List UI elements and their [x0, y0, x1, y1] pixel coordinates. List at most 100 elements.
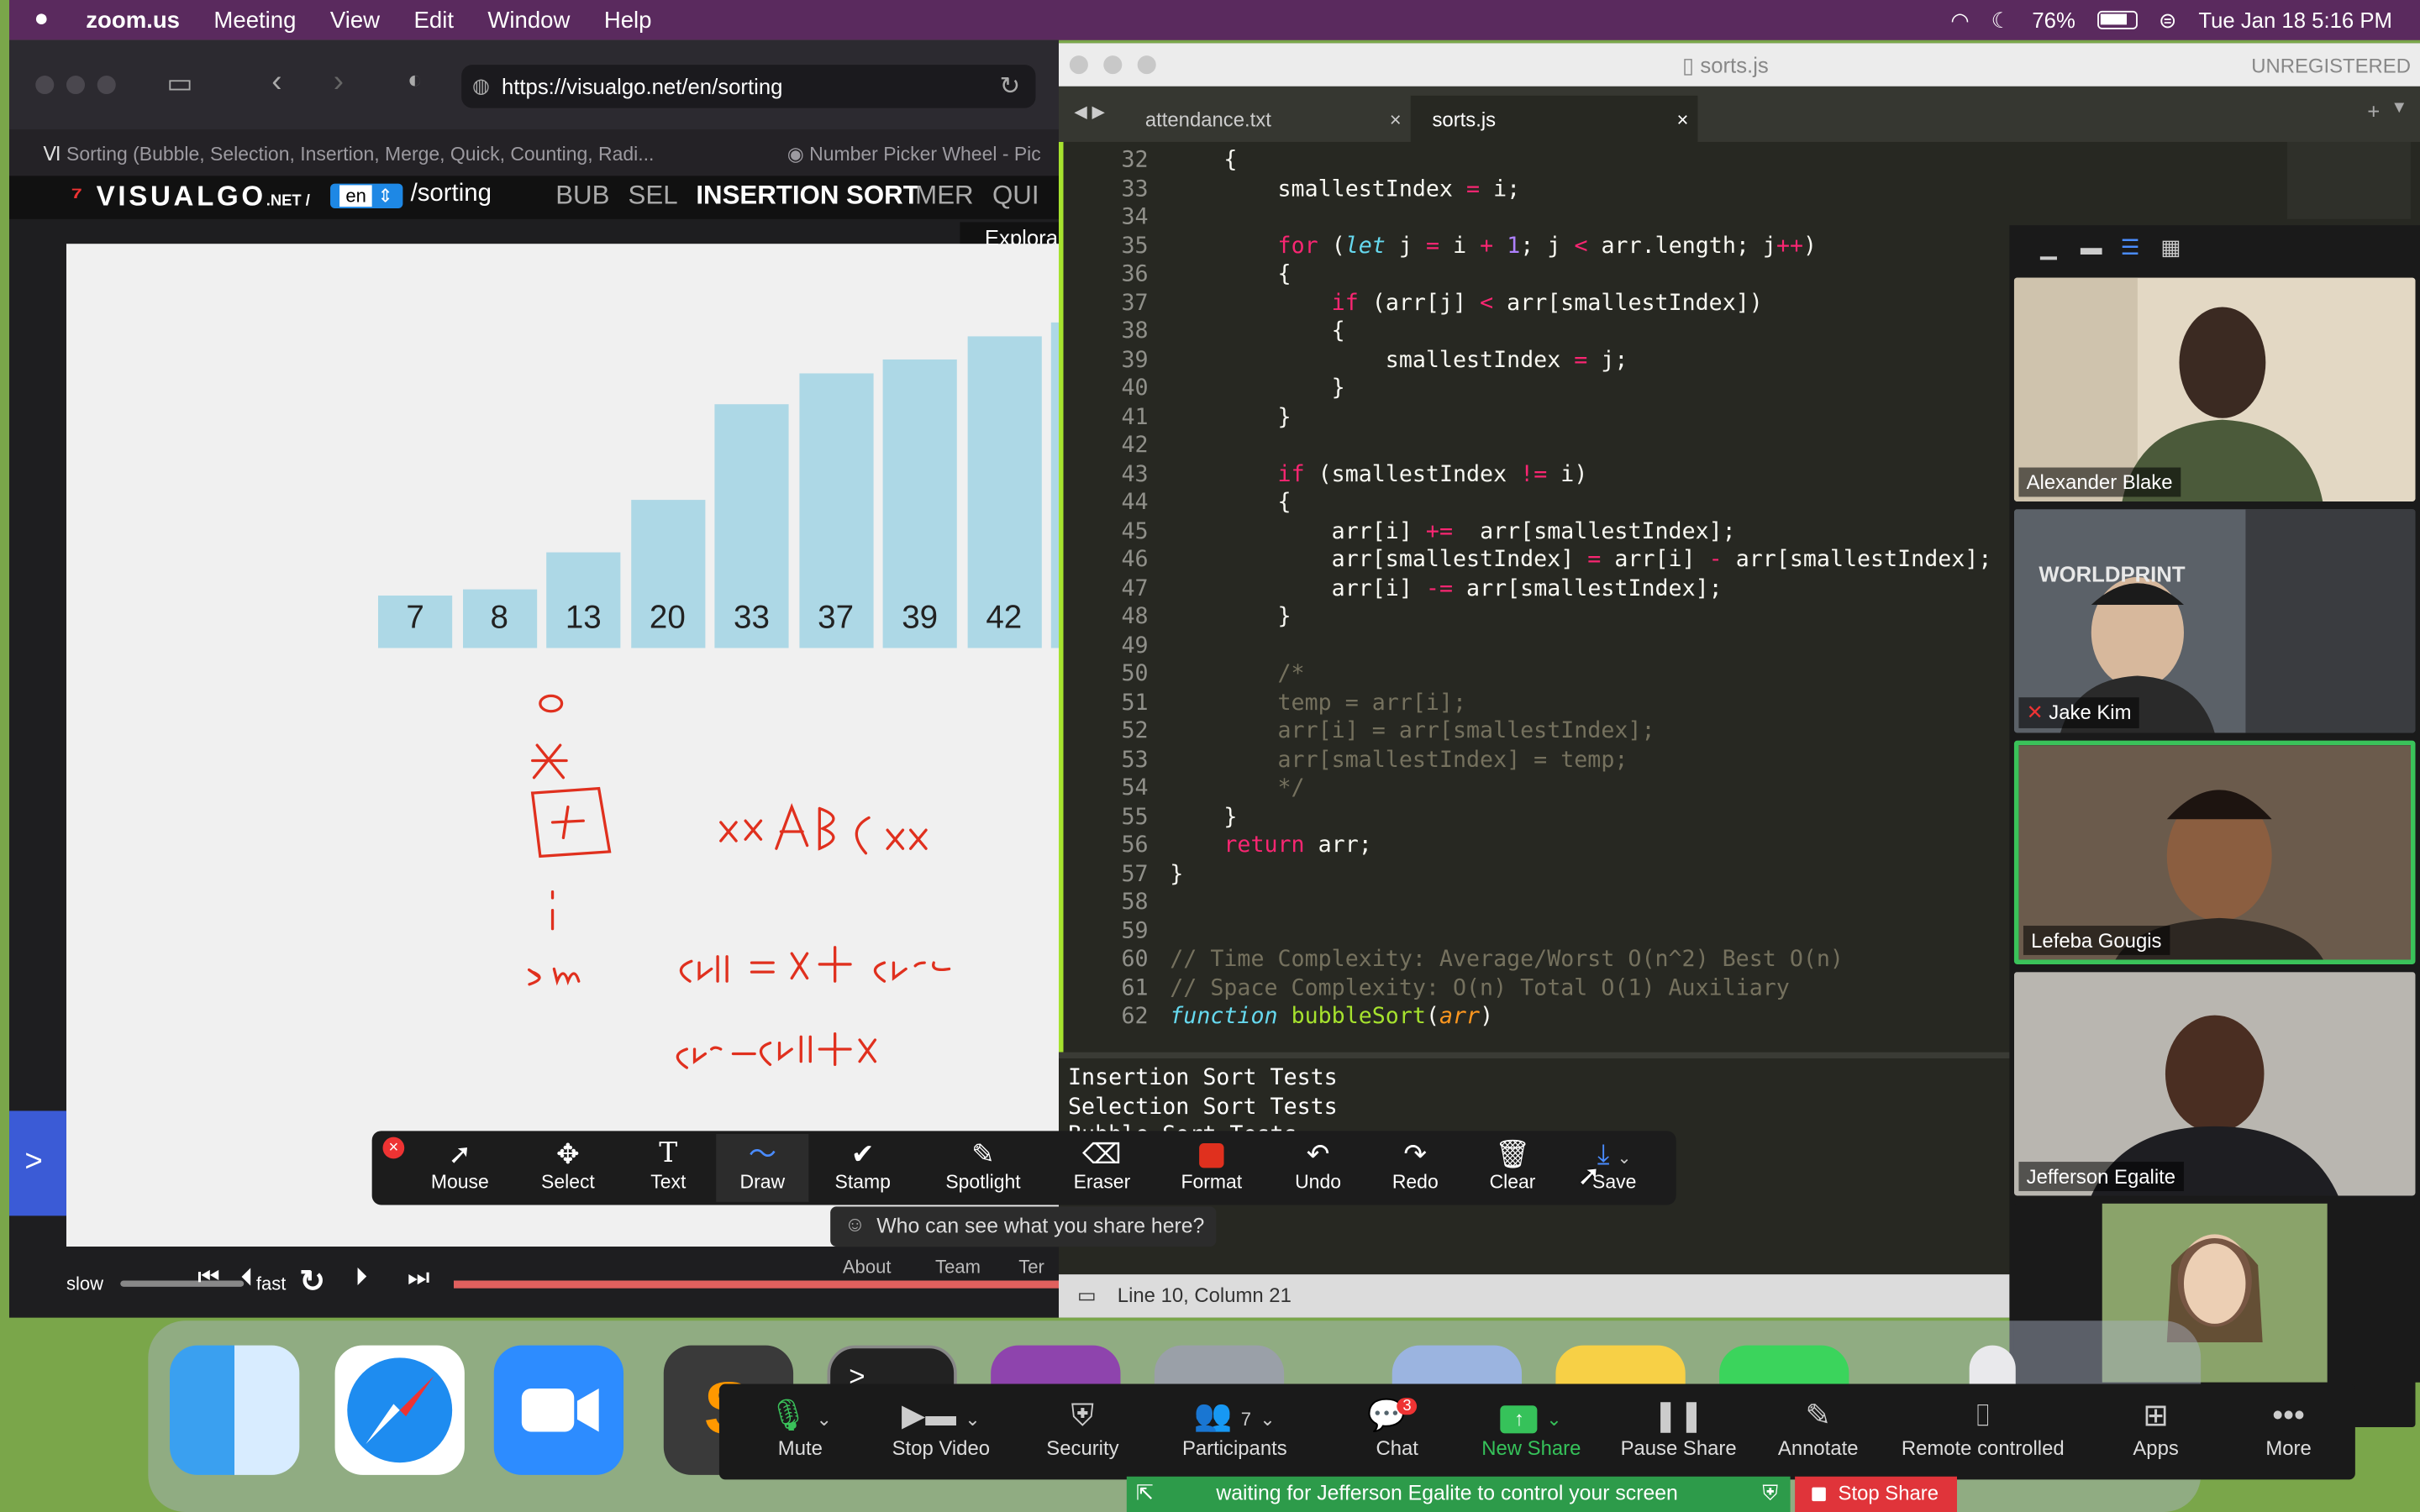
- close-icon[interactable]: ×: [1676, 108, 1688, 132]
- verified-shield-icon: ⛨: [1762, 1481, 1778, 1504]
- sorting-canvas[interactable]: 7 8 13 20 33 37 39 42: [66, 244, 1125, 1247]
- tab-sorts-js[interactable]: sorts.js ×: [1410, 95, 1698, 142]
- participant-tile[interactable]: WORLDPRINT ✕ Jake Kim: [2013, 509, 2416, 733]
- tool-stamp[interactable]: ✔ Stamp: [817, 1137, 909, 1193]
- visualgo-logo[interactable]: ⁷ VISUALGO.NET /: [71, 181, 309, 213]
- step-back-icon[interactable]: ⏴: [241, 1265, 254, 1293]
- speaker-view-icon[interactable]: ▬: [2081, 234, 2102, 259]
- chat-button[interactable]: 💬3 Chat: [1367, 1396, 1427, 1459]
- moon-icon[interactable]: ☾: [1991, 7, 2011, 33]
- code-line: arr[i] += arr[smallestIndex];: [1170, 519, 1736, 544]
- tool-select[interactable]: ✥ Select: [522, 1137, 614, 1193]
- tab-attendance[interactable]: attendance.txt ×: [1059, 96, 1407, 142]
- participant-tile[interactable]: Alexander Blake: [2013, 277, 2416, 501]
- close-toolbar-icon[interactable]: ×: [382, 1137, 405, 1159]
- menu-edit[interactable]: Edit: [414, 7, 454, 33]
- grid-view-icon[interactable]: ▦: [2160, 234, 2181, 260]
- participant-tile[interactable]: Jefferson Egalite: [2013, 972, 2416, 1196]
- nav-mer[interactable]: MER: [915, 181, 973, 212]
- stop-square-icon: [1812, 1487, 1826, 1502]
- button-label: Remote controlled: [1901, 1436, 2065, 1460]
- editor-window-controls[interactable]: [1068, 54, 1160, 80]
- speed-slider[interactable]: [120, 1280, 245, 1287]
- mute-button[interactable]: 🎙 ⌄ Mute: [769, 1396, 832, 1460]
- tool-format[interactable]: Format: [1165, 1137, 1258, 1193]
- tool-text[interactable]: T Text: [622, 1137, 714, 1193]
- footer-about[interactable]: About: [843, 1256, 892, 1278]
- participant-tile-active-speaker[interactable]: Lefeba Gougis: [2013, 740, 2416, 964]
- apps-button[interactable]: ⊞ Apps: [2133, 1396, 2178, 1460]
- stop-video-button[interactable]: ▶▬ ⌄ Stop Video: [892, 1396, 990, 1460]
- apple-icon[interactable]: ●: [34, 6, 49, 34]
- replay-icon[interactable]: ↻: [299, 1262, 325, 1300]
- tab-menu-icon[interactable]: ▼: [2391, 99, 2407, 118]
- reload-icon[interactable]: ↻: [999, 71, 1020, 102]
- footer-team[interactable]: Team: [935, 1256, 981, 1278]
- window-controls[interactable]: [34, 74, 126, 96]
- security-button[interactable]: ⛨ Security: [1046, 1396, 1118, 1460]
- skip-end-icon[interactable]: ⏭: [408, 1265, 429, 1293]
- menu-meeting[interactable]: Meeting: [213, 7, 296, 33]
- close-icon[interactable]: ×: [1390, 108, 1402, 132]
- chat-icon: 💬3: [1367, 1396, 1427, 1436]
- remote-control-button[interactable]: ⌷ Remote controlled: [1901, 1396, 2065, 1460]
- zoom-app-icon[interactable]: [493, 1345, 624, 1475]
- tab-number-picker[interactable]: ◉ Number Picker Wheel - Pic: [787, 142, 1059, 165]
- url-bar[interactable]: ◍ https://visualgo.net/en/sorting ↻: [461, 65, 1036, 108]
- tool-eraser[interactable]: ⌫ Eraser: [1055, 1137, 1148, 1193]
- annotate-button[interactable]: ✎ Annotate: [1778, 1396, 1859, 1460]
- nav-qui[interactable]: QUI: [992, 181, 1039, 212]
- menu-app[interactable]: zoom.us: [86, 7, 180, 33]
- code-line: */: [1170, 775, 1305, 801]
- tab-sorts-label: sorts.js: [1432, 108, 1497, 132]
- language-select[interactable]: en ⇕: [330, 183, 402, 208]
- move-icon: ✥: [556, 1138, 580, 1170]
- sidebar-icon[interactable]: ▭: [166, 68, 192, 101]
- tool-redo[interactable]: ↷ Redo: [1369, 1137, 1461, 1193]
- side-panel-toggle[interactable]: >: [9, 1110, 66, 1216]
- tool-spotlight[interactable]: ✎ Spotlight: [935, 1137, 1031, 1193]
- line-number: 48: [1121, 605, 1149, 630]
- control-center-icon[interactable]: ⊜: [2159, 7, 2177, 33]
- tool-draw[interactable]: 〜 Draw: [716, 1134, 809, 1202]
- back-icon[interactable]: ‹: [271, 65, 281, 100]
- strip-view-icon[interactable]: ☰: [2121, 234, 2140, 260]
- nav-insertion-sort[interactable]: INSERTION SORT: [696, 181, 918, 212]
- step-forward-icon[interactable]: ⏵: [355, 1265, 367, 1293]
- who-can-see-banner[interactable]: ☺ Who can see what you share here?: [830, 1206, 1217, 1247]
- tool-mouse[interactable]: ➚ Mouse: [413, 1137, 506, 1193]
- participants-button[interactable]: 👥 7 ⌄ Participants: [1182, 1396, 1287, 1460]
- skip-start-icon[interactable]: ⏮: [197, 1265, 219, 1293]
- line-number: 42: [1121, 433, 1149, 459]
- new-share-button[interactable]: ↑ ⌄ New Share: [1481, 1396, 1581, 1460]
- line-number: 33: [1121, 176, 1149, 202]
- new-tab-icon[interactable]: +: [2367, 99, 2380, 123]
- code-line: temp = arr[i];: [1170, 690, 1467, 716]
- progress-bar[interactable]: [454, 1280, 1060, 1289]
- panel-toggle-icon[interactable]: ▭: [1077, 1284, 1097, 1308]
- tool-label: Redo: [1392, 1171, 1439, 1193]
- line-number: 62: [1121, 1004, 1149, 1030]
- battery-icon[interactable]: [2096, 10, 2138, 29]
- safari-icon[interactable]: [334, 1345, 465, 1475]
- more-button[interactable]: ••• More: [2265, 1396, 2311, 1460]
- pause-share-button[interactable]: ❚❚ Pause Share: [1621, 1396, 1737, 1460]
- tool-clear[interactable]: 🗑 Clear: [1466, 1137, 1559, 1193]
- line-number: 37: [1121, 291, 1149, 316]
- nav-sel[interactable]: SEL: [629, 181, 678, 212]
- wifi-icon[interactable]: ◠: [1950, 7, 1969, 33]
- tool-undo[interactable]: ↶ Undo: [1271, 1137, 1364, 1193]
- forward-icon[interactable]: ›: [334, 65, 344, 100]
- menu-window[interactable]: Window: [487, 7, 570, 33]
- footer-terms[interactable]: Ter: [1018, 1256, 1044, 1278]
- shield-icon[interactable]: ◐: [408, 68, 423, 96]
- menu-view[interactable]: View: [330, 7, 380, 33]
- minimize-icon[interactable]: ▁: [2040, 234, 2057, 260]
- tab-visualgo[interactable]: Ⅵ Sorting (Bubble, Selection, Insertion,…: [43, 142, 707, 165]
- finder-icon[interactable]: [170, 1345, 300, 1475]
- menu-help[interactable]: Help: [604, 7, 652, 33]
- minimap[interactable]: [2287, 141, 2411, 219]
- stop-share-button[interactable]: Stop Share: [1795, 1476, 1957, 1512]
- code-area[interactable]: 32 33 34 35 36 37 38 39 40 41 42 43 44 45 46 47 48 49 50 51…: [1059, 142, 2009, 1089]
- nav-bub[interactable]: BUB: [555, 181, 609, 212]
